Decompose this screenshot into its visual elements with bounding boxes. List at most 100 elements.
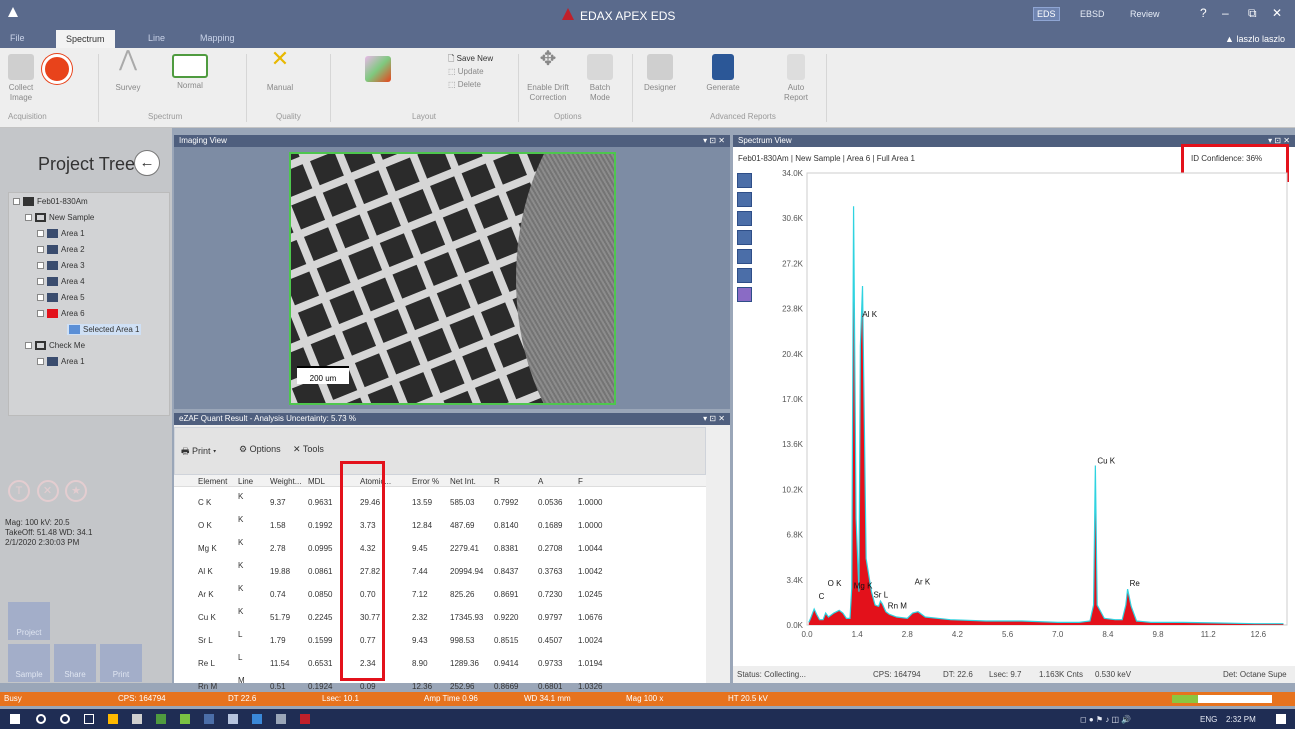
table-row[interactable]: Cu K K 51.79 0.2245 30.77 2.32 17345.93 0.9220 0… bbox=[174, 607, 706, 630]
table-row[interactable]: Ar K K 0.74 0.0850 0.70 7.12 825.26 0.8691 0.723… bbox=[174, 584, 706, 607]
sem-image[interactable]: 200 um bbox=[289, 152, 616, 405]
column-header[interactable]: Element bbox=[198, 477, 227, 486]
save-new-button[interactable]: 🗋 Save New bbox=[448, 54, 493, 64]
generate-button[interactable]: Generate bbox=[700, 54, 746, 93]
normal-button[interactable]: Normal bbox=[166, 54, 214, 91]
enable-drift-correction-button[interactable]: ✥ Enable Drift Correction bbox=[524, 49, 572, 103]
spectrum-chart[interactable]: 0.0K 3.4K 6.8K 10.2K 13.6K 17.0K 20.4K 23.8K 27.… bbox=[733, 135, 1295, 665]
tree-node-sample[interactable]: New Sample bbox=[25, 213, 94, 223]
column-header[interactable]: MDL bbox=[308, 477, 325, 486]
text-icon[interactable]: T bbox=[8, 480, 30, 502]
panel-controls-icon[interactable]: ▾ ⊡ ✕ bbox=[703, 136, 725, 145]
mode-ebsd-button[interactable]: EBSD bbox=[1080, 9, 1105, 19]
file-explorer-icon[interactable] bbox=[108, 714, 118, 724]
tree-node-check-area-1[interactable]: Area 1 bbox=[37, 357, 85, 367]
group-layout: Layout bbox=[412, 112, 437, 121]
project-button[interactable]: Project bbox=[8, 602, 50, 640]
notifications-icon[interactable] bbox=[1276, 714, 1286, 724]
cortana-icon[interactable] bbox=[60, 714, 70, 724]
collect-image-button[interactable]: Collect Image bbox=[6, 54, 36, 103]
app-icon-3[interactable] bbox=[204, 714, 214, 724]
column-header[interactable]: Net Int. bbox=[450, 477, 476, 486]
table-row[interactable]: O K K 1.58 0.1992 3.73 12.84 487.69 0.8140 0.168… bbox=[174, 515, 706, 538]
table-cell: 9.43 bbox=[412, 636, 428, 645]
table-row[interactable]: Re L L 11.54 0.6531 2.34 8.90 1289.36 0.9414 0.9… bbox=[174, 653, 706, 676]
table-cell: 1.0194 bbox=[578, 659, 603, 668]
table-row[interactable]: Al K K 19.88 0.0861 27.82 7.44 20994.94 0.8437 0… bbox=[174, 561, 706, 584]
star-icon[interactable]: ★ bbox=[65, 480, 88, 502]
table-cell: 12.84 bbox=[412, 521, 433, 530]
app-icon-5[interactable] bbox=[252, 714, 262, 724]
spectrum-view-panel: Spectrum View ▾ ⊡ ✕ Feb01-830Am | New Sam… bbox=[733, 135, 1295, 683]
tab-mapping[interactable]: Mapping bbox=[200, 33, 235, 43]
task-view-icon[interactable] bbox=[84, 714, 94, 724]
tree-node-project[interactable]: Feb01-830Am bbox=[13, 197, 88, 207]
print-menu[interactable]: 🖶 Print ▾ bbox=[181, 444, 216, 460]
tree-node-area-6[interactable]: Area 6 bbox=[37, 309, 85, 319]
table-cell: 0.3763 bbox=[538, 567, 563, 576]
tray-icons[interactable]: ◻ ● ⚑ ♪ ◫ 🔊 bbox=[1080, 715, 1131, 724]
sample-button[interactable]: Sample bbox=[8, 644, 50, 682]
table-cell: 1.79 bbox=[270, 636, 286, 645]
language-indicator[interactable]: ENG bbox=[1200, 715, 1217, 724]
mode-eds-button[interactable]: EDS bbox=[1033, 7, 1060, 21]
tree-node-area-3[interactable]: Area 3 bbox=[37, 261, 85, 271]
print-button[interactable]: Print bbox=[100, 644, 142, 682]
table-row[interactable]: Mg K K 2.78 0.0995 4.32 9.45 2279.41 0.8381 0.27… bbox=[174, 538, 706, 561]
remove-icon[interactable]: ✕ bbox=[36, 480, 59, 502]
panel-controls-icon[interactable]: ▾ ⊡ ✕ bbox=[703, 414, 725, 423]
column-header[interactable]: Weight... bbox=[270, 477, 301, 486]
tab-line[interactable]: Line bbox=[148, 33, 165, 43]
detector-value: Det: Octane Supe bbox=[1223, 670, 1287, 679]
app-icon[interactable] bbox=[156, 714, 166, 724]
app-icon-2[interactable] bbox=[180, 714, 190, 724]
search-icon[interactable] bbox=[36, 714, 46, 724]
survey-button[interactable]: ⋀ Survey bbox=[108, 48, 148, 93]
x-tick-label: 11.2 bbox=[1201, 630, 1217, 639]
close-icon[interactable]: ✕ bbox=[1272, 6, 1282, 20]
cps-status: CPS: 164794 bbox=[118, 694, 166, 703]
designer-button[interactable]: Designer bbox=[640, 54, 680, 93]
store-icon[interactable] bbox=[132, 714, 142, 724]
table-cell: 1.0245 bbox=[578, 590, 603, 599]
manual-button[interactable]: ✕ Manual bbox=[260, 48, 300, 93]
column-header[interactable]: Error % bbox=[412, 477, 439, 486]
update-button[interactable]: ⬚ Update bbox=[448, 67, 484, 77]
tree-node-area-4[interactable]: Area 4 bbox=[37, 277, 85, 287]
layout-button[interactable] bbox=[358, 56, 398, 85]
windows-start-icon[interactable] bbox=[10, 714, 20, 724]
tree-node-area-1[interactable]: Area 1 bbox=[37, 229, 85, 239]
column-header[interactable]: R bbox=[494, 477, 500, 486]
batch-mode-button[interactable]: Batch Mode bbox=[582, 54, 618, 103]
minimize-icon[interactable]: – bbox=[1222, 6, 1229, 20]
restore-icon[interactable]: ⧉ bbox=[1248, 6, 1257, 21]
edax-app-icon[interactable] bbox=[300, 714, 310, 724]
table-cell: K bbox=[238, 538, 244, 547]
back-arrow-icon[interactable]: ← bbox=[134, 150, 160, 176]
record-button[interactable] bbox=[42, 54, 72, 84]
column-header[interactable]: A bbox=[538, 477, 543, 486]
options-button[interactable]: ⚙ Options bbox=[239, 444, 281, 455]
column-header[interactable]: Line bbox=[238, 477, 253, 486]
peak-label: Al K bbox=[862, 310, 877, 319]
tree-node-area-5[interactable]: Area 5 bbox=[37, 293, 85, 303]
tree-node-check-me[interactable]: Check Me bbox=[25, 341, 85, 351]
delete-button[interactable]: ⬚ Delete bbox=[448, 80, 481, 90]
table-row[interactable]: C K K 9.37 0.9631 29.46 13.59 585.03 0.7992 0.05… bbox=[174, 492, 706, 515]
tree-node-area-2[interactable]: Area 2 bbox=[37, 245, 85, 255]
tab-file[interactable]: File bbox=[10, 33, 25, 43]
clock[interactable]: 2:32 PM bbox=[1226, 715, 1256, 724]
app-icon-4[interactable] bbox=[228, 714, 238, 724]
x-tick-label: 5.6 bbox=[1002, 630, 1014, 639]
app-icon-6[interactable] bbox=[276, 714, 286, 724]
help-icon[interactable]: ? bbox=[1200, 6, 1207, 20]
tools-button[interactable]: ✕ Tools bbox=[293, 444, 324, 455]
table-row[interactable]: Sr L L 1.79 0.1599 0.77 9.43 998.53 0.8515 0.450… bbox=[174, 630, 706, 653]
tree-node-selected-area[interactable]: Selected Area 1 bbox=[67, 324, 142, 336]
auto-report-button[interactable]: Auto Report bbox=[776, 54, 816, 103]
share-button[interactable]: Share bbox=[54, 644, 96, 682]
column-header[interactable]: F bbox=[578, 477, 583, 486]
tab-spectrum[interactable]: Spectrum bbox=[56, 30, 115, 48]
user-name[interactable]: ▲ laszlo laszlo bbox=[1225, 34, 1285, 44]
mode-review-button[interactable]: Review bbox=[1130, 9, 1160, 19]
